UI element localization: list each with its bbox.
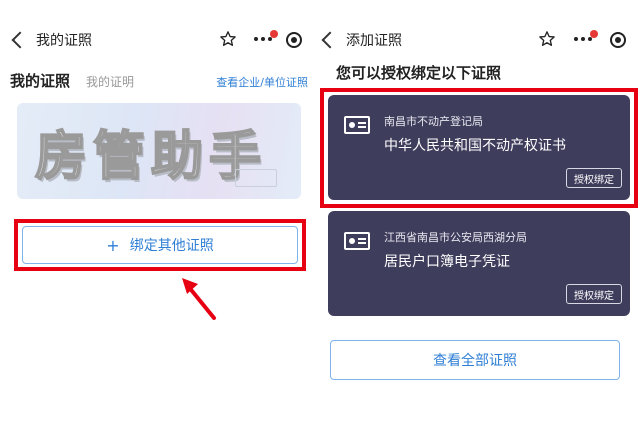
section-heading: 我的证照: [10, 72, 71, 90]
more-icon[interactable]: [574, 30, 598, 42]
star-icon[interactable]: [219, 30, 237, 48]
certificate-card[interactable]: 南昌市不动产登记局 中华人民共和国不动产权证书 授权绑定: [328, 95, 630, 200]
certificate-card[interactable]: 江西省南昌市公安局西湖分局 居民户口簿电子凭证 授权绑定: [328, 211, 630, 316]
plus-icon: +: [106, 235, 120, 255]
banner-title: 房管助手: [34, 126, 268, 188]
id-card-icon: [344, 116, 370, 134]
view-all-certificates-button[interactable]: 查看全部证照: [330, 340, 620, 380]
record-icon[interactable]: [610, 32, 626, 48]
add-certificate-screen: 添加证照 您可以授权绑定以下证照 南昌市不动产登记局 中华人民共和国不动产权证书…: [316, 0, 640, 427]
back-icon[interactable]: [10, 30, 24, 50]
bind-other-certificates-button[interactable]: + 绑定其他证照: [22, 226, 298, 264]
section-heading: 您可以授权绑定以下证照: [336, 64, 502, 82]
top-bar: 添加证照: [316, 0, 640, 70]
top-bar: 我的证照: [0, 0, 312, 70]
page-title: 添加证照: [346, 33, 402, 49]
page-title: 我的证照: [36, 33, 92, 49]
view-enterprise-link[interactable]: 查看企业/单位证照: [216, 74, 308, 90]
card-issuer: 南昌市不动产登记局: [384, 115, 483, 128]
notification-dot: [590, 30, 598, 38]
id-card-icon: [344, 232, 370, 250]
certificate-banner[interactable]: 房管助手: [17, 103, 301, 199]
card-issuer: 江西省南昌市公安局西湖分局: [384, 231, 527, 244]
banner-chip: [235, 169, 277, 187]
back-icon[interactable]: [320, 30, 334, 50]
bind-button-label: 绑定其他证照: [129, 238, 214, 254]
card-name: 中华人民共和国不动产权证书: [384, 138, 566, 154]
authorize-bind-button[interactable]: 授权绑定: [566, 284, 622, 304]
authorize-bind-button[interactable]: 授权绑定: [566, 168, 622, 188]
my-certificates-screen: 我的证照 我的证照 我的证明 查看企业/单位证照 房管助手 + 绑定其他证照: [0, 0, 312, 427]
notification-dot: [270, 30, 278, 38]
more-icon[interactable]: [254, 30, 278, 42]
record-icon[interactable]: [286, 32, 302, 48]
star-icon[interactable]: [538, 30, 556, 48]
card-name: 居民户口簿电子凭证: [384, 254, 510, 270]
tab-my-proofs[interactable]: 我的证明: [86, 73, 134, 90]
arrow-icon: [182, 278, 216, 320]
